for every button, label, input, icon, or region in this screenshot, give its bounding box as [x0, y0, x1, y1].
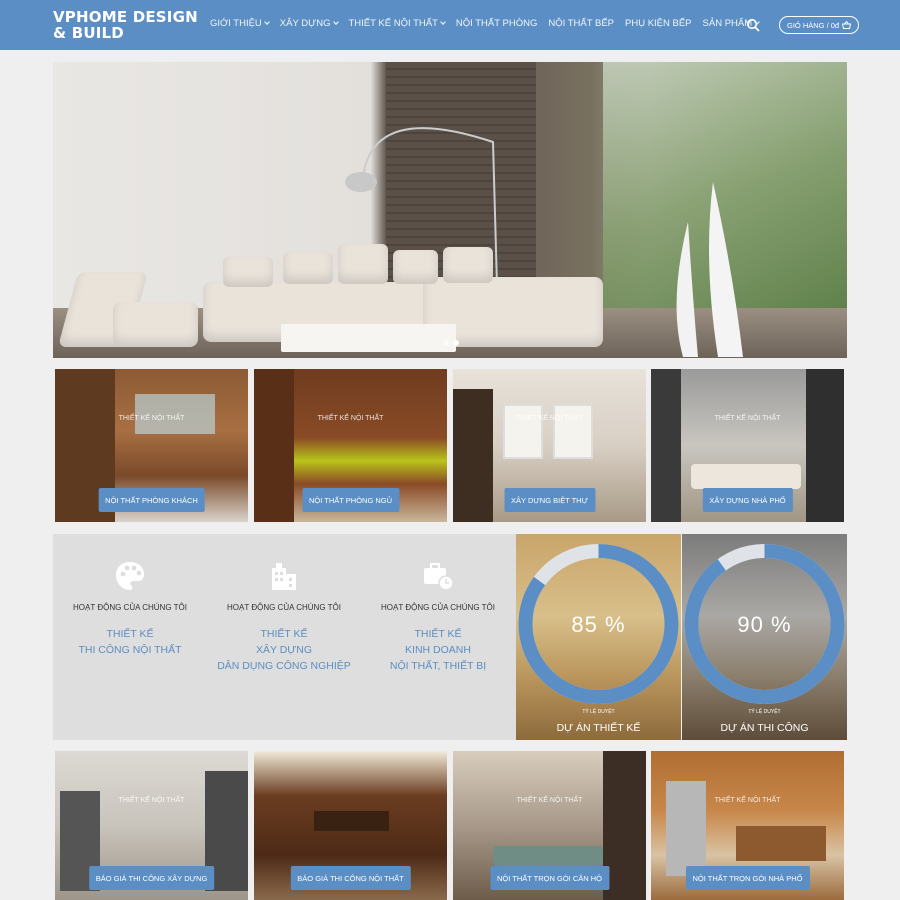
lounge-chair-seat — [113, 302, 198, 347]
nav-label: NỘI THẤT PHÒNG — [455, 18, 538, 29]
card-button[interactable]: NỘI THẤT PHÒNG KHÁCH — [98, 488, 205, 512]
activity-line[interactable]: NỘI THẤT, THIẾT BỊ — [361, 660, 515, 672]
stat-title: DỰ ÁN THIẾT KẾ — [556, 722, 641, 734]
chevron-down-icon — [440, 19, 446, 25]
activity-line[interactable]: THI CÔNG NỘI THẤT — [53, 644, 207, 656]
card-button[interactable]: BÁO GIÁ THI CÔNG XÂY DỰNG — [88, 866, 215, 890]
chevron-down-icon — [332, 19, 339, 25]
search-icon[interactable] — [746, 18, 760, 32]
activity-heading: HOẠT ĐỘNG CỦA CHÚNG TÔI — [381, 603, 495, 612]
card-button[interactable]: BÁO GIÁ THI CÔNG NỘI THẤT — [290, 866, 411, 890]
main-nav: GIỚI THIỆU XÂY DỰNG THIẾT KẾ NỘI THẤT NỘ… — [210, 18, 760, 29]
nav-label: GIỚI THIỆU — [210, 18, 262, 29]
card-noi-that-phong-ngu[interactable]: THIẾT KẾ NỘI THẤT NỘI THẤT PHÒNG NGỦ — [254, 369, 447, 522]
activity-line[interactable]: KINH DOANH — [361, 644, 515, 656]
logo-line-1: VPHOME DESIGN — [53, 8, 198, 26]
activity-line[interactable]: THIẾT KẾ — [53, 628, 207, 640]
briefcase-clock-icon — [424, 563, 454, 591]
chevron-down-icon — [263, 19, 270, 25]
card-button[interactable]: XÂY DỰNG NHÀ PHỐ — [702, 488, 793, 512]
nav-item-noi-that-bep[interactable]: NỘI THẤT BẾP — [548, 18, 614, 29]
slider-dot[interactable] — [443, 340, 449, 346]
card-noi-that-phong-khach[interactable]: THIẾT KẾ NỘI THẤT NỘI THẤT PHÒNG KHÁCH — [55, 369, 248, 522]
card-overlay-text: THIẾT KẾ NỘI THẤT — [118, 797, 185, 804]
card-xay-dung-biet-thu[interactable]: THIẾT KẾ NỘI THẤT XÂY DỰNG BIỆT THỰ — [453, 369, 646, 522]
nav-item-phu-kien-bep[interactable]: PHỤ KIỆN BẾP — [625, 18, 692, 29]
card-button[interactable]: NỘI THẤT TRỌN GÓI NHÀ PHỐ — [685, 866, 810, 890]
stat-du-an-thiet-ke: 85 % TỶ LỆ DUYỆT DỰ ÁN THIẾT KẾ — [516, 534, 681, 740]
card-bao-gia-thi-cong-noi-that[interactable]: BÁO GIÁ THI CÔNG NỘI THẤT — [254, 751, 447, 900]
basket-icon — [842, 21, 852, 29]
cart-label: GIỎ HÀNG / 0đ — [787, 20, 840, 30]
nav-item-xay-dung[interactable]: XÂY DỰNG — [279, 18, 339, 29]
activity-line[interactable]: XÂY DỰNG — [207, 644, 361, 656]
card-overlay-text: THIẾT KẾ NỘI THẤT — [516, 415, 583, 422]
nav-item-gioi-thieu[interactable]: GIỚI THIỆU — [210, 18, 270, 29]
hero-slider[interactable] — [53, 62, 847, 358]
stat-du-an-thi-cong: 90 % TỶ LỆ DUYỆT DỰ ÁN THI CÔNG — [682, 534, 847, 740]
stat-percent: 85 % — [571, 612, 626, 637]
card-noi-that-tron-goi-can-ho[interactable]: THIẾT KẾ NỘI THẤT NỘI THẤT TRỌN GÓI CĂN … — [453, 751, 646, 900]
activity-line[interactable]: THIẾT KẾ — [207, 628, 361, 640]
slider-dot-active[interactable] — [453, 340, 459, 346]
cushion — [443, 247, 493, 283]
stat-subtitle: TỶ LỆ DUYỆT — [748, 709, 781, 715]
coffee-table-image — [281, 324, 456, 352]
nav-label: XÂY DỰNG — [279, 18, 331, 29]
nav-label: PHỤ KIỆN BẾP — [625, 18, 692, 29]
card-overlay-text: THIẾT KẾ NỘI THẤT — [516, 797, 583, 804]
card-noi-that-tron-goi-nha-pho[interactable]: THIẾT KẾ NỘI THẤT NỘI THẤT TRỌN GÓI NHÀ … — [651, 751, 844, 900]
stat-title: DỰ ÁN THI CÔNG — [720, 722, 809, 734]
site-header: VPHOME DESIGN & BUILD GIỚI THIỆU XÂY DỰN… — [0, 0, 900, 50]
card-button[interactable]: NỘI THẤT TRỌN GÓI CĂN HỘ — [489, 866, 610, 890]
card-overlay-text: THIẾT KẾ NỘI THẤT — [714, 415, 781, 422]
logo-line-2: & BUILD — [53, 24, 124, 42]
card-bao-gia-thi-cong-xay-dung[interactable]: THIẾT KẾ NỘI THẤT BÁO GIÁ THI CÔNG XÂY D… — [55, 751, 248, 900]
card-overlay-text: THIẾT KẾ NỘI THẤT — [714, 797, 781, 804]
cushion — [223, 257, 273, 287]
activity-heading: HOẠT ĐỘNG CỦA CHÚNG TÔI — [73, 603, 187, 612]
cushion — [393, 250, 438, 284]
cart-button[interactable]: GIỎ HÀNG / 0đ — [779, 16, 860, 34]
activity-line[interactable]: DÂN DỤNG CÔNG NGHIỆP — [207, 660, 361, 672]
nav-label: NỘI THẤT BẾP — [548, 18, 614, 29]
stat-subtitle: TỶ LỆ DUYỆT — [582, 709, 615, 715]
activity-heading: HOẠT ĐỘNG CỦA CHÚNG TÔI — [227, 603, 341, 612]
buildings-icon — [272, 563, 296, 590]
activity-line[interactable]: THIẾT KẾ — [361, 628, 515, 640]
cushion — [338, 244, 388, 284]
card-overlay-text: THIẾT KẾ NỘI THẤT — [317, 415, 384, 422]
nav-label: THIẾT KẾ NỘI THẤT — [348, 18, 438, 29]
activities-panel: HOẠT ĐỘNG CỦA CHÚNG TÔI THIẾT KẾ THI CÔN… — [53, 534, 516, 740]
nav-item-noi-that-phong[interactable]: NỘI THẤT PHÒNG — [456, 18, 537, 29]
card-button[interactable]: XÂY DỰNG BIỆT THỰ — [504, 488, 595, 512]
vase-decor-image — [676, 182, 743, 357]
palette-icon — [116, 562, 144, 590]
site-logo[interactable]: VPHOME DESIGN & BUILD — [53, 9, 198, 41]
card-button[interactable]: NỘI THẤT PHÒNG NGỦ — [301, 488, 400, 512]
nav-item-thiet-ke-noi-that[interactable]: THIẾT KẾ NỘI THẤT — [348, 18, 446, 29]
card-xay-dung-nha-pho[interactable]: THIẾT KẾ NỘI THẤT XÂY DỰNG NHÀ PHỐ — [651, 369, 844, 522]
stat-percent: 90 % — [737, 612, 792, 637]
card-overlay-text: THIẾT KẾ NỘI THẤT — [118, 415, 185, 422]
cushion — [283, 252, 333, 284]
nav-label: SẢN PHẨM — [702, 18, 753, 29]
